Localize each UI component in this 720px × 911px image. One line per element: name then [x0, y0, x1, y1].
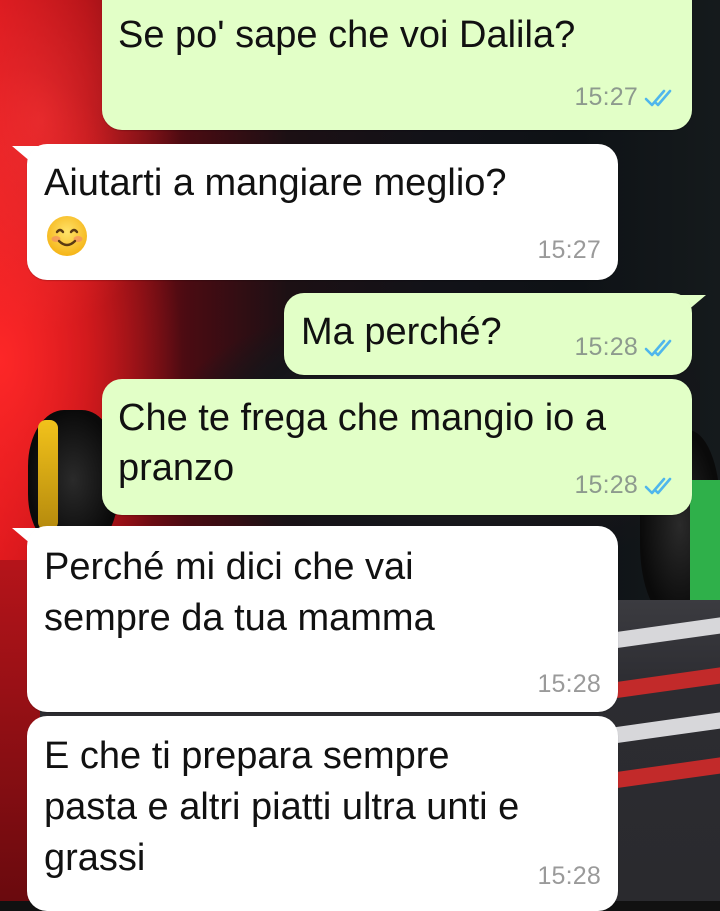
message-time: 15:28 [537, 670, 601, 698]
message-text: E che ti prepara sempre [44, 735, 450, 777]
message-text: grassi [44, 837, 146, 879]
message-time: 15:28 [574, 471, 638, 499]
message-time: 15:28 [537, 862, 601, 890]
wallpaper-wheel-rim [38, 420, 58, 530]
message-bubble-incoming[interactable]: Perché mi dici che vai sempre da tua mam… [27, 526, 618, 712]
message-time: 15:27 [574, 83, 638, 111]
wallpaper-green-stripe [690, 480, 720, 600]
message-meta: 15:27 [574, 83, 678, 112]
message-meta: 15:28 [537, 862, 601, 891]
message-text: sempre da tua mamma [44, 597, 435, 639]
message-bubble-incoming[interactable]: Aiutarti a mangiare meglio? 15:27 [27, 144, 618, 280]
message-time: 15:27 [537, 236, 601, 264]
message-time: 15:28 [574, 333, 638, 361]
message-meta: 15:28 [574, 333, 678, 362]
message-text: Aiutarti a mangiare meglio? [44, 162, 507, 204]
message-meta: 15:28 [574, 471, 678, 500]
smiling-face-icon [47, 216, 87, 256]
message-text: Che te frega che mangio io a [118, 397, 606, 439]
message-meta: 15:28 [537, 670, 601, 699]
message-text: Ma perché? [301, 311, 502, 353]
double-check-read-icon [644, 339, 672, 356]
message-bubble-outgoing[interactable]: Che te frega che mangio io a pranzo 15:2… [102, 379, 692, 515]
message-bubble-incoming[interactable]: E che ti prepara sempre pasta e altri pi… [27, 716, 618, 911]
message-text: pranzo [118, 447, 235, 489]
message-meta: 15:27 [537, 236, 601, 265]
message-text: Se po' sape che voi Dalila? [118, 14, 576, 56]
message-bubble-outgoing[interactable]: Se po' sape che voi Dalila? 15:27 [102, 0, 692, 130]
message-text: pasta e altri piatti ultra unti e [44, 786, 520, 828]
double-check-read-icon [644, 89, 672, 106]
message-bubble-outgoing[interactable]: Ma perché? 15:28 [284, 293, 692, 375]
double-check-read-icon [644, 477, 672, 494]
message-text: Perché mi dici che vai [44, 546, 414, 588]
